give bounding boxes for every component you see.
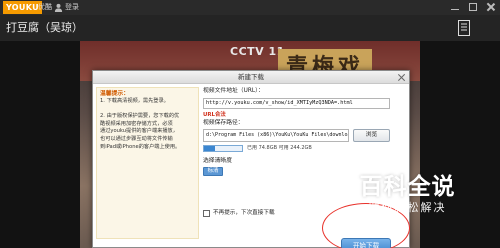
- minimize-icon[interactable]: [450, 2, 460, 12]
- url-input[interactable]: http://v.youku.com/v_show/id_XMTIyMzQ3ND…: [203, 98, 390, 109]
- tips-title: 温馨提示：: [100, 91, 129, 97]
- close-icon[interactable]: [486, 2, 496, 12]
- player-title-bar: 打豆腐（吴琼）: [0, 15, 500, 41]
- remember-label[interactable]: 不再提示，下次直接下载: [213, 209, 275, 217]
- tips-line: 1. 下载高清视频，需先登录。: [100, 98, 169, 104]
- disk-usage-text: 已用 74.8GB 可用 244.2GB: [247, 145, 312, 151]
- dialog-header: 新建下载: [93, 71, 409, 84]
- video-dark-left: [0, 41, 80, 248]
- app-top-bar: YOUKU 优酷 登录: [0, 0, 500, 15]
- watermark: 百科全说 助你轻松解决: [330, 173, 485, 215]
- tips-line: 到iPad或iPhone的客户端上使用。: [100, 143, 181, 150]
- quality-option-standard[interactable]: 标清: [203, 167, 223, 176]
- video-dark-right: [420, 41, 500, 248]
- dialog-title: 新建下载: [238, 73, 264, 81]
- watermark-main: 百科全说: [359, 174, 456, 200]
- disk-usage-bar: [203, 145, 243, 152]
- login-link[interactable]: 登录: [65, 2, 79, 13]
- disk-usage-fill: [204, 146, 216, 151]
- window-controls: [450, 2, 496, 12]
- tips-line: 2. 由于版权保护需要，您下载的优: [100, 113, 180, 120]
- youku-logo-cn: 优酷: [38, 3, 52, 11]
- dialog-close-icon[interactable]: [397, 73, 406, 82]
- tips-panel: 温馨提示： 1. 下载高清视频，需先登录。 2. 由于版权保护需要，您下载的优 …: [96, 87, 199, 239]
- tips-line: 通过youku提供的客户端来播放，: [100, 128, 178, 135]
- channel-logo: CCTV 11: [230, 45, 285, 58]
- tips-line: 也可以通过步骤互动将文件传输: [100, 135, 173, 142]
- remember-checkbox[interactable]: [203, 210, 210, 217]
- save-path-label: 视频保存路径：: [203, 120, 244, 126]
- playlist-icon[interactable]: [458, 20, 470, 36]
- youku-logo[interactable]: YOUKU: [3, 1, 42, 14]
- browse-button[interactable]: 浏览: [353, 129, 390, 142]
- video-title: 打豆腐（吴琼）: [6, 21, 83, 34]
- maximize-icon[interactable]: [468, 2, 478, 12]
- url-label: 视频文件地址（URL）：: [203, 88, 264, 94]
- watermark-sub: 助你轻松解决: [368, 201, 447, 214]
- url-valid-status: URL合法: [203, 112, 226, 118]
- user-icon[interactable]: [54, 3, 63, 12]
- quality-label: 选择清晰度: [203, 158, 232, 164]
- save-path-input[interactable]: d:\Program Files (x86)\YouKu\YouKu Files…: [203, 129, 349, 142]
